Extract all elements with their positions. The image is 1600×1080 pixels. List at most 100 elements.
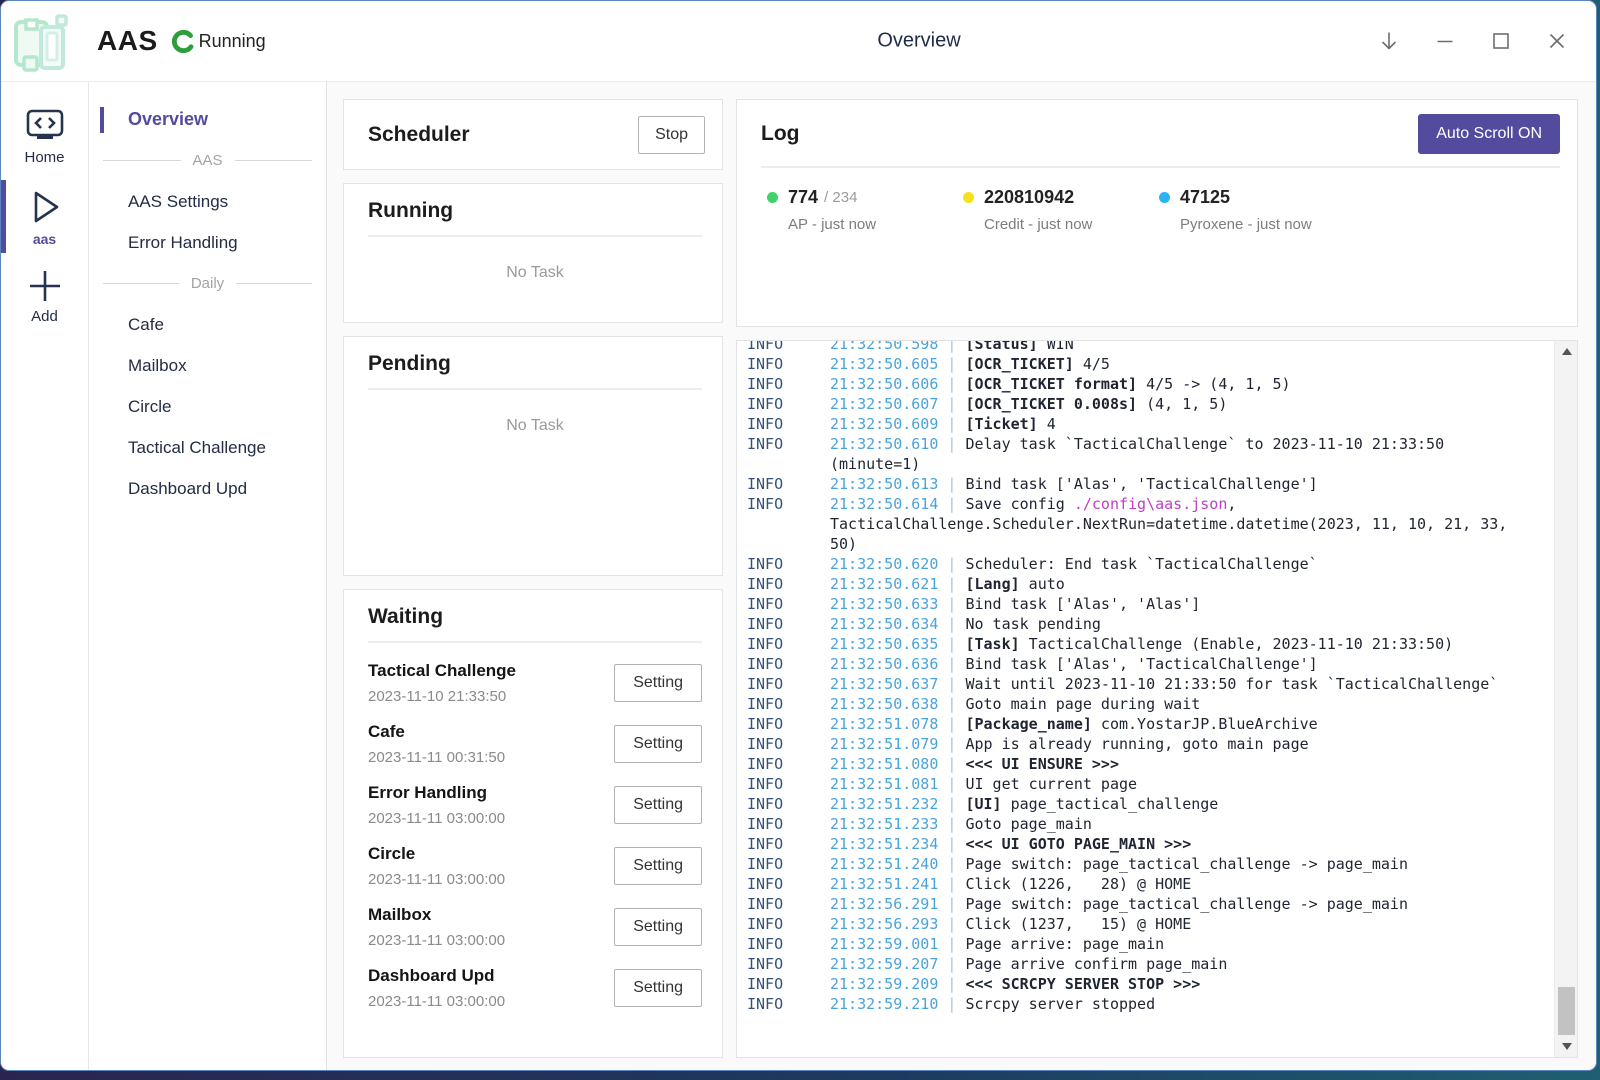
menu-item-circle[interactable]: Circle: [89, 386, 326, 427]
stat-caption: AP - just now: [767, 216, 963, 233]
menu-item-label: Tactical Challenge: [128, 438, 266, 458]
task-setting-button[interactable]: Setting: [614, 786, 702, 824]
log-line: INFO 21:32:51.241 | Click (1226, 28) @ H…: [747, 874, 1553, 894]
menu-section-divider: Daily: [89, 263, 326, 304]
task-setting-button[interactable]: Setting: [614, 969, 702, 1007]
log-timestamp: 21:32:50.610: [830, 435, 938, 453]
scrollbar-up-icon[interactable]: [1555, 343, 1578, 360]
log-message: Bind task ['Alas', 'Alas']: [965, 595, 1200, 613]
task-setting-button[interactable]: Setting: [614, 725, 702, 763]
log-message: Scrcpy server stopped: [965, 995, 1155, 1013]
log-line: INFO 21:32:51.079 | App is already runni…: [747, 734, 1553, 754]
log-line: INFO 21:32:50.609 | [Ticket] 4: [747, 414, 1553, 434]
log-separator: |: [938, 341, 965, 353]
scrollbar-thumb[interactable]: [1558, 987, 1575, 1035]
divider: [368, 641, 702, 643]
page-title: Overview: [877, 30, 960, 53]
log-timestamp: 21:32:51.079: [830, 735, 938, 753]
log-column: Log Auto Scroll ON 774 / 234 AP - just n…: [736, 99, 1578, 1058]
log-separator: |: [938, 995, 965, 1013]
log-message: Bind task ['Alas', 'TacticalChallenge']: [965, 475, 1317, 493]
log-separator: |: [938, 975, 965, 993]
log-level: INFO: [747, 574, 830, 594]
log-separator: |: [938, 435, 965, 453]
log-level: INFO: [747, 734, 830, 754]
log-line: INFO 21:32:51.081 | UI get current page: [747, 774, 1553, 794]
log-separator: |: [938, 795, 965, 813]
rail-item-aas[interactable]: aas: [1, 182, 88, 253]
rail-item-label: aas: [33, 231, 56, 247]
log-message: Page switch: page_tactical_challenge -> …: [965, 855, 1408, 873]
menu-item-tactical-challenge[interactable]: Tactical Challenge: [89, 427, 326, 468]
log-line: INFO 21:32:50.607 | [OCR_TICKET 0.008s] …: [747, 394, 1553, 414]
log-timestamp: 21:32:59.209: [830, 975, 938, 993]
log-separator: |: [938, 875, 965, 893]
hide-window-icon[interactable]: [1375, 28, 1402, 55]
maximize-icon[interactable]: [1487, 28, 1514, 55]
waiting-panel: Waiting Tactical Challenge 2023-11-10 21…: [343, 589, 723, 1058]
log-line: INFO 21:32:50.633 | Bind task ['Alas', '…: [747, 594, 1553, 614]
log-level: INFO: [747, 714, 830, 734]
stat-value: 220810942: [984, 187, 1074, 208]
log-level: INFO: [747, 794, 830, 814]
log-timestamp: 21:32:51.240: [830, 855, 938, 873]
auto-scroll-toggle-button[interactable]: Auto Scroll ON: [1418, 114, 1560, 154]
log-timestamp: 21:32:50.620: [830, 555, 938, 573]
log-separator: |: [938, 815, 965, 833]
log-line: INFO 21:32:50.620 | Scheduler: End task …: [747, 554, 1553, 574]
close-icon[interactable]: [1543, 28, 1570, 55]
rail-item-label: Add: [31, 308, 58, 325]
waiting-task-next-run: 2023-11-11 03:00:00: [368, 871, 505, 888]
log-message: Wait until 2023-11-10 21:33:50 for task …: [965, 675, 1498, 693]
pending-panel-title: Pending: [368, 352, 702, 376]
log-timestamp: 21:32:50.638: [830, 695, 938, 713]
rail-item-add[interactable]: Add: [1, 263, 88, 331]
log-message: [Ticket] 4: [965, 415, 1055, 433]
log-stats-panel: Log Auto Scroll ON 774 / 234 AP - just n…: [736, 99, 1578, 327]
menu-item-mailbox[interactable]: Mailbox: [89, 345, 326, 386]
scrollbar-down-icon[interactable]: [1555, 1038, 1578, 1055]
waiting-task-row: Cafe 2023-11-11 00:31:50 Setting: [368, 713, 702, 774]
log-level: INFO: [747, 654, 830, 674]
menu-item-cafe[interactable]: Cafe: [89, 304, 326, 345]
pending-empty-text: No Task: [368, 417, 702, 435]
log-timestamp: 21:32:51.234: [830, 835, 938, 853]
running-panel: Running No Task: [343, 183, 723, 323]
log-separator: |: [938, 735, 965, 753]
log-level: INFO: [747, 914, 830, 934]
menu-item-error-handling[interactable]: Error Handling: [89, 222, 326, 263]
log-line: INFO 21:32:59.207 | Page arrive confirm …: [747, 954, 1553, 974]
log-separator: |: [938, 675, 965, 693]
menu-item-label: Circle: [128, 397, 171, 417]
resource-stat: 47125 Pyroxene - just now: [1159, 187, 1355, 233]
log-line: INFO 21:32:50.637 | Wait until 2023-11-1…: [747, 674, 1553, 694]
minimize-icon[interactable]: [1431, 28, 1458, 55]
log-line: INFO 21:32:56.291 | Page switch: page_ta…: [747, 894, 1553, 914]
log-separator: |: [938, 935, 965, 953]
rail-item-home[interactable]: Home: [1, 104, 88, 172]
divider: [368, 235, 702, 237]
log-line: INFO 21:32:50.613 | Bind task ['Alas', '…: [747, 474, 1553, 494]
scheduler-panel-title: Scheduler: [368, 123, 470, 147]
menu-item-label: Cafe: [128, 315, 164, 335]
task-setting-button[interactable]: Setting: [614, 847, 702, 885]
log-message: App is already running, goto main page: [965, 735, 1308, 753]
plus-icon: [25, 267, 65, 305]
menu-item-aas-settings[interactable]: AAS Settings: [89, 181, 326, 222]
log-scrollbar[interactable]: [1554, 341, 1577, 1057]
log-message: Click (1237, 15) @ HOME: [965, 915, 1191, 933]
menu-item-overview[interactable]: Overview: [89, 99, 326, 140]
task-setting-button[interactable]: Setting: [614, 908, 702, 946]
log-level: INFO: [747, 814, 830, 834]
log-scroll-area[interactable]: INFO 21:32:50.598 | [Status] WIN INFO 21…: [737, 341, 1553, 1057]
scheduler-stop-button[interactable]: Stop: [638, 116, 705, 154]
log-timestamp: 21:32:51.232: [830, 795, 938, 813]
log-message: Goto main page during wait: [965, 695, 1200, 713]
menu-item-dashboard-upd[interactable]: Dashboard Upd: [89, 468, 326, 509]
task-setting-button[interactable]: Setting: [614, 664, 702, 702]
log-line: INFO 21:32:51.233 | Goto page_main: [747, 814, 1553, 834]
waiting-task-name: Dashboard Upd: [368, 966, 505, 986]
waiting-task-row: Dashboard Upd 2023-11-11 03:00:00 Settin…: [368, 957, 702, 1018]
log-line: INFO 21:32:56.293 | Click (1237, 15) @ H…: [747, 914, 1553, 934]
log-level: INFO: [747, 834, 830, 854]
